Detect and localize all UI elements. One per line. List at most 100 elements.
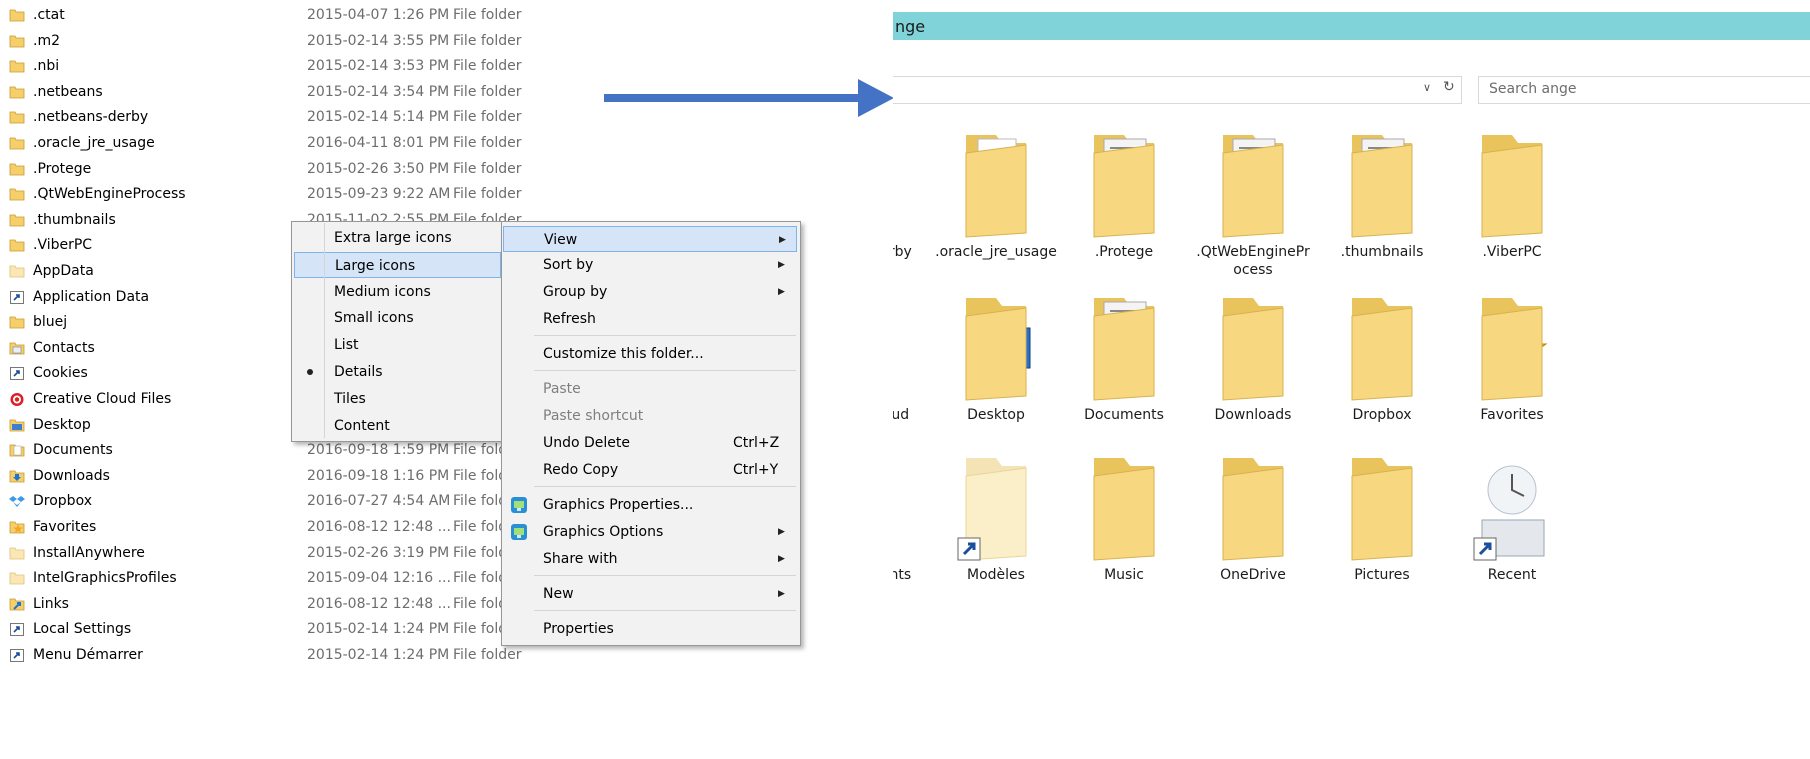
- file-type: File fold: [453, 467, 508, 484]
- file-row[interactable]: .netbeans 2015-02-14 3:54 PM File folder: [0, 80, 600, 105]
- shortcut-icon: [10, 290, 24, 304]
- refresh-icon[interactable]: ↻: [1443, 79, 1455, 95]
- folder-tile[interactable]: .QtWebEnginePr ocess: [1190, 125, 1316, 279]
- menu-item-view[interactable]: View ▶: [503, 226, 797, 252]
- file-row[interactable]: .netbeans-derby 2015-02-14 5:14 PM File fo…: [0, 105, 600, 130]
- file-name: .netbeans-derby: [33, 109, 149, 126]
- search-input[interactable]: Search ange: [1478, 76, 1810, 104]
- address-bar[interactable]: [893, 76, 1462, 104]
- shortcut-icon: [10, 367, 24, 381]
- file-type: File folder: [453, 647, 522, 663]
- documents-folder-icon: [9, 444, 25, 457]
- menu-item-sort-by[interactable]: Sort by ▶: [502, 252, 798, 278]
- menu-item-share-with[interactable]: Share with ▶: [502, 546, 798, 572]
- submenu-arrow-icon: ▶: [778, 260, 785, 270]
- menu-separator: [534, 575, 796, 576]
- folder-tile[interactable]: Favorites: [1449, 288, 1575, 424]
- contacts-icon: [9, 342, 25, 355]
- folder-icon: [965, 298, 1031, 401]
- file-date: 2015-02-26 3:50 PM: [307, 160, 450, 177]
- file-date: 2015-02-14 3:54 PM: [307, 83, 450, 100]
- creative-cloud-icon: [893, 288, 936, 404]
- folder-tile[interactable]: Documents: [1061, 288, 1187, 424]
- menu-item-graphics-properties[interactable]: Graphics Properties...: [502, 492, 798, 518]
- file-date: 2015-02-14 1:24 PM: [307, 621, 450, 638]
- folder-tile[interactable]: .ViberPC: [1449, 125, 1575, 261]
- folder-tile[interactable]: .thumbnails: [1319, 125, 1445, 261]
- file-name: .m2: [33, 32, 60, 49]
- menu-item-refresh[interactable]: Refresh: [502, 306, 798, 332]
- folder-tile[interactable]: Desktop: [933, 288, 1059, 424]
- hidden-folder-icon: [9, 572, 25, 585]
- file-name: .nbi: [33, 58, 60, 75]
- file-name: .netbeans: [33, 83, 103, 100]
- folder-tile[interactable]: Recent: [1449, 448, 1575, 584]
- file-type: File fold: [453, 493, 508, 510]
- file-name: Downloads: [33, 467, 110, 484]
- file-row[interactable]: .m2 2015-02-14 3:55 PM File folder: [0, 29, 600, 54]
- folder-icon: [1222, 135, 1284, 238]
- folder-tile[interactable]: Music: [1061, 448, 1187, 584]
- file-row[interactable]: .oracle_jre_usage 2016-04-11 8:01 PM File …: [0, 131, 600, 156]
- file-date: 2016-09-18 1:16 PM: [307, 467, 450, 484]
- window-title-bar: nge: [893, 12, 1810, 40]
- folder-icon: [893, 125, 936, 241]
- desktop-folder-icon: [9, 419, 25, 431]
- folder-tile-label: .thumbnails: [1340, 244, 1424, 260]
- file-type: File folder: [453, 135, 522, 151]
- file-type: File folder: [453, 32, 522, 49]
- folder-tile[interactable]: Modèles: [933, 448, 1059, 584]
- submenu-arrow-icon: ▶: [778, 554, 785, 564]
- menu-separator: [534, 335, 796, 336]
- context-menu: View ▶ Sort by ▶ Group by ▶ Refresh Cust…: [501, 221, 801, 646]
- file-row[interactable]: .nbi 2015-02-14 3:53 PM File folder: [0, 54, 600, 79]
- file-row[interactable]: .Protege 2015-02-26 3:50 PM File folder: [0, 157, 600, 182]
- folder-tile[interactable]: Downloads: [1190, 288, 1316, 424]
- menu-item-properties[interactable]: Properties: [502, 616, 798, 642]
- file-date: 2015-02-14 5:14 PM: [307, 109, 450, 126]
- menu-separator: [534, 370, 796, 371]
- menu-item-customize-folder[interactable]: Customize this folder...: [502, 341, 798, 367]
- menu-item-group-by[interactable]: Group by ▶: [502, 279, 798, 305]
- chevron-down-icon[interactable]: ∨: [1423, 81, 1431, 94]
- view-option-large-icons[interactable]: Large icons: [294, 251, 501, 278]
- folder-tile-label: Dropbox: [1352, 407, 1412, 423]
- file-type: File folder: [453, 83, 522, 100]
- folder-tile-label: Favorites: [1480, 407, 1544, 423]
- menu-item-graphics-options[interactable]: Graphics Options ▶: [502, 519, 798, 545]
- file-date: 2015-02-14 3:53 PM: [307, 58, 450, 75]
- file-name: .thumbnails: [33, 211, 116, 228]
- file-type: File folder: [453, 58, 522, 75]
- intel-graphics-icon: [511, 524, 527, 540]
- folder-icon: [1093, 298, 1155, 401]
- file-type: File fold: [453, 595, 508, 612]
- file-row[interactable]: .ctat 2015-04-07 1:26 PM File folder: [0, 3, 600, 28]
- file-date: 2016-07-27 4:54 AM: [307, 493, 451, 510]
- folder-icon: [1481, 135, 1543, 238]
- file-name: bluej: [33, 314, 68, 331]
- menu-item-paste[interactable]: Paste: [502, 376, 798, 402]
- folder-tile[interactable]: Dropbox: [1319, 288, 1445, 424]
- folder-icon: [9, 316, 25, 329]
- folder-tile[interactable]: Pictures: [1319, 448, 1445, 584]
- file-name: Menu Démarrer: [33, 647, 143, 663]
- file-date: 2015-02-26 3:19 PM: [307, 544, 450, 561]
- folder-tile[interactable]: OneDrive: [1190, 448, 1316, 584]
- folder-icon: [9, 163, 25, 175]
- file-name: Favorites: [33, 519, 97, 535]
- folder-tile-label: Documents: [1084, 407, 1164, 423]
- folder-tile[interactable]: .Protege: [1061, 125, 1187, 261]
- menu-item-undo-delete[interactable]: Undo Delete Ctrl+Z: [502, 430, 798, 456]
- file-name: .oracle_jre_usage: [33, 135, 155, 151]
- folder-icon: [965, 135, 1027, 238]
- file-type: File folder: [453, 7, 522, 23]
- links-folder-icon: [9, 598, 25, 611]
- file-row[interactable]: Menu Démarrer 2015-02-14 1:24 PM File fold…: [0, 643, 600, 668]
- menu-item-paste-shortcut[interactable]: Paste shortcut: [502, 403, 798, 429]
- menu-item-new[interactable]: New ▶: [502, 581, 798, 607]
- menu-item-redo-copy[interactable]: Redo Copy Ctrl+Y: [502, 457, 798, 483]
- file-row[interactable]: .QtWebEngineProcess 2015-09-23 9:22 AM Fil…: [0, 182, 600, 207]
- file-name: .QtWebEngineProcess: [33, 186, 186, 203]
- folder-tile[interactable]: .oracle_jre_usage: [933, 125, 1059, 261]
- folder-tile-label: .Protege: [1094, 244, 1154, 260]
